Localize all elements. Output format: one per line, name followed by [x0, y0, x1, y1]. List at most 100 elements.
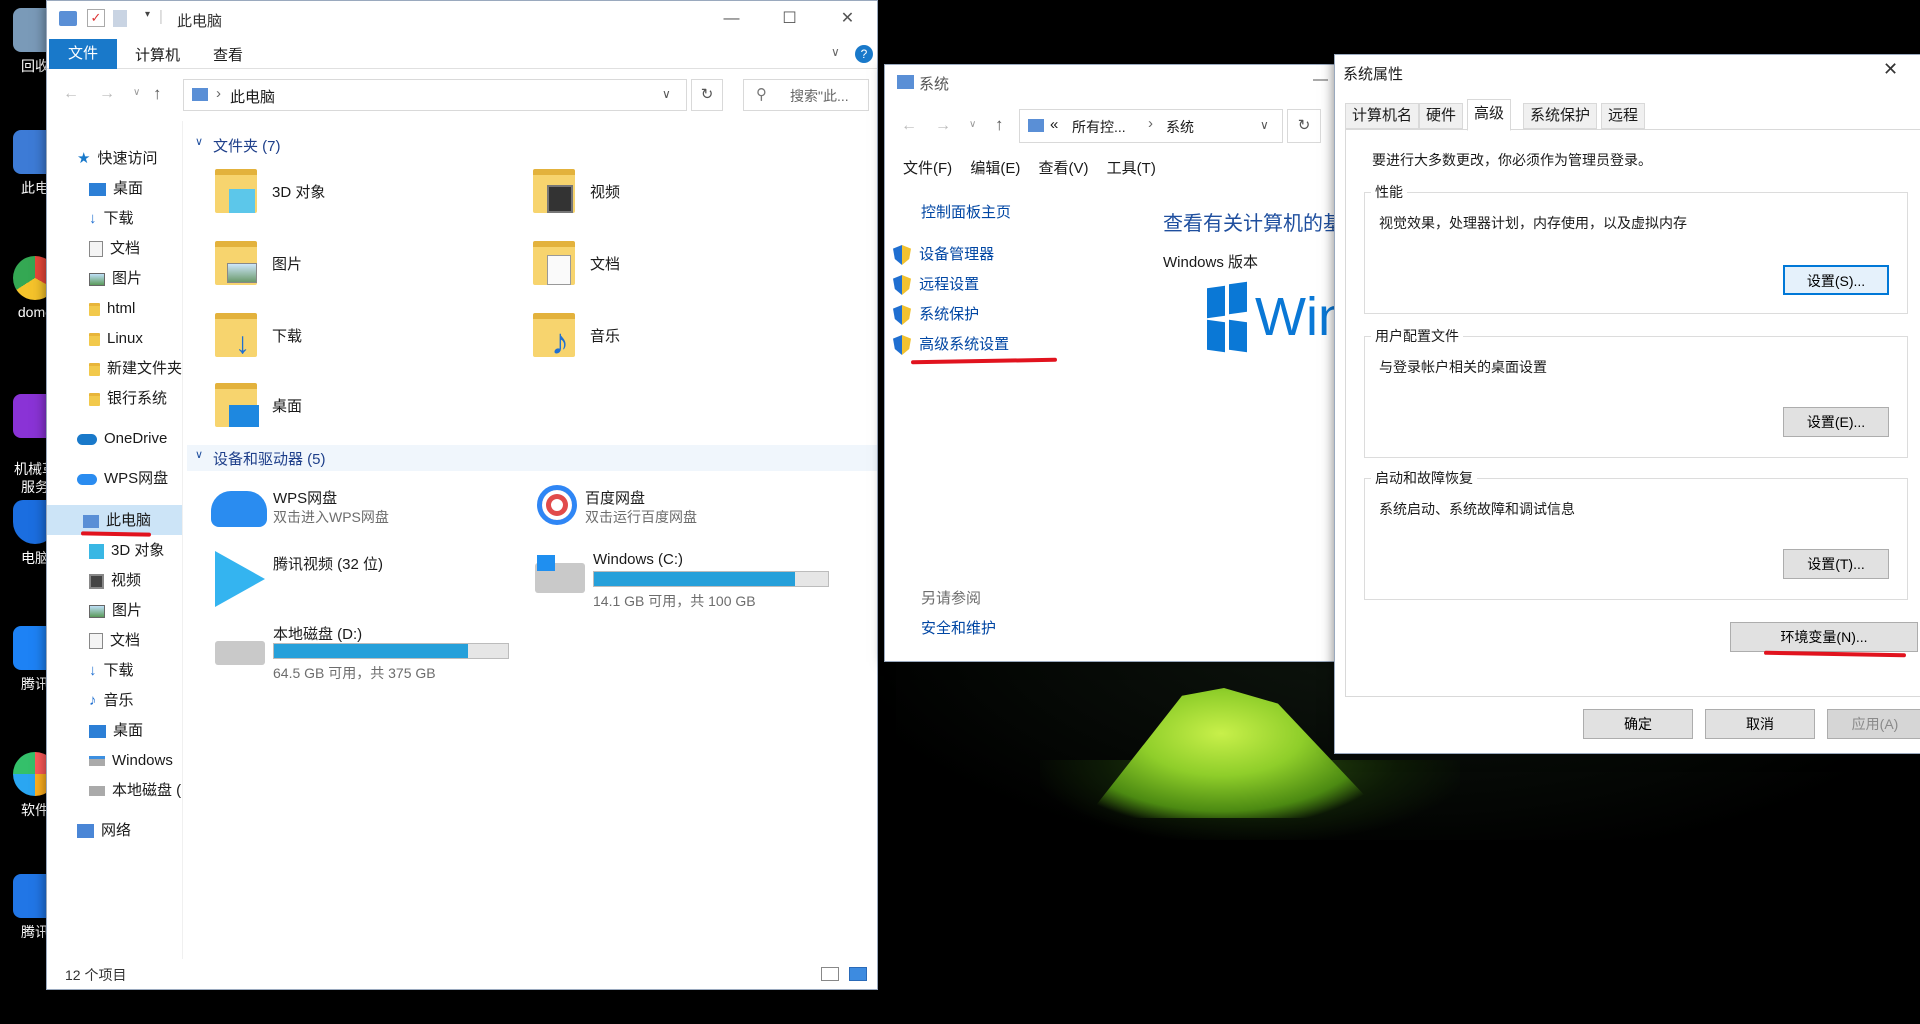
folder-label: 桌面	[272, 398, 303, 415]
folder-item-pictures[interactable]: 图片	[215, 241, 515, 303]
tab-system-protection[interactable]: 系统保护	[1523, 103, 1598, 129]
back-arrow-icon[interactable]: ←	[901, 117, 917, 135]
breadcrumb[interactable]: 此电脑	[230, 86, 275, 107]
device-item-drive-d[interactable]: 本地磁盘 (D:) 64.5 GB 可用，共 375 GB	[211, 621, 531, 683]
menu-file[interactable]: 文件(F)	[903, 160, 952, 177]
refresh-button[interactable]: ↻	[1287, 109, 1321, 143]
ribbon-tab-file[interactable]: 文件	[49, 39, 117, 69]
properties-icon[interactable]: ✓	[87, 9, 105, 27]
ok-button[interactable]: 确定	[1583, 709, 1693, 739]
folder-item-desktop[interactable]: 桌面	[215, 383, 515, 445]
maximize-button[interactable]: ☐	[761, 1, 818, 37]
nav-onedrive[interactable]: OneDrive	[77, 425, 167, 453]
nav-item-documents[interactable]: 文档	[89, 235, 140, 263]
nav-item-desktop[interactable]: 桌面	[89, 175, 143, 203]
nav-item-html[interactable]: html	[89, 295, 135, 323]
nav-item-bank-system[interactable]: 银行系统	[89, 385, 167, 413]
devices-group-header[interactable]: ∨ 设备和驱动器 (5)	[187, 445, 877, 471]
close-button[interactable]: ✕	[819, 1, 876, 37]
nav-pc-music[interactable]: ♪ 音乐	[89, 687, 134, 715]
nav-wps[interactable]: WPS网盘	[77, 465, 168, 493]
group-label: 用户配置文件	[1371, 326, 1463, 346]
nav-item-downloads[interactable]: ↓ 下载	[89, 205, 134, 233]
performance-settings-button[interactable]: 设置(S)...	[1783, 265, 1889, 295]
nav-item-pictures[interactable]: 图片	[89, 265, 142, 293]
ribbon-tab-view[interactable]: 查看	[213, 44, 243, 65]
nav-pc-downloads[interactable]: ↓ 下载	[89, 657, 134, 685]
nav-pc-videos[interactable]: 视频	[89, 567, 141, 595]
menu-view[interactable]: 查看(V)	[1039, 160, 1089, 177]
nav-pc-local-disk[interactable]: 本地磁盘 (	[89, 777, 181, 805]
large-icons-view-icon[interactable]	[849, 967, 867, 981]
system-properties-dialog: 系统属性 ✕ 计算机名 硬件 高级 系统保护 远程 要进行大多数更改，你必须作为…	[1334, 54, 1920, 754]
folder-icon	[89, 392, 100, 406]
folder-item-videos[interactable]: 视频	[533, 169, 833, 231]
device-name: 百度网盘	[585, 490, 646, 507]
startup-settings-button[interactable]: 设置(T)...	[1783, 549, 1889, 579]
tab-computer-name[interactable]: 计算机名	[1345, 103, 1420, 129]
link-security-maintenance[interactable]: 安全和维护	[921, 617, 996, 638]
breadcrumb-all-control-panel[interactable]: 所有控...	[1072, 117, 1126, 137]
link-remote-settings[interactable]: 远程设置	[893, 273, 979, 296]
new-folder-icon[interactable]	[113, 10, 127, 27]
ribbon-tab-computer[interactable]: 计算机	[135, 44, 180, 65]
nav-network[interactable]: 网络	[77, 817, 131, 845]
apply-button[interactable]: 应用(A)	[1827, 709, 1920, 739]
environment-variables-button[interactable]: 环境变量(N)...	[1730, 622, 1918, 652]
expand-ribbon-icon[interactable]: ∨	[831, 45, 840, 59]
device-item-tencent-video[interactable]: 腾讯视频 (32 位)	[211, 549, 511, 611]
minimize-button[interactable]: —	[703, 1, 760, 37]
folder-item-3d[interactable]: 3D 对象	[215, 169, 515, 231]
details-view-icon[interactable]	[821, 967, 839, 981]
menu-tools[interactable]: 工具(T)	[1107, 160, 1156, 177]
address-dropdown-icon[interactable]: ∨	[662, 87, 671, 101]
breadcrumb-system[interactable]: 系统	[1166, 117, 1194, 137]
forward-arrow-icon[interactable]: →	[99, 85, 115, 103]
address-dropdown-icon[interactable]: ∨	[1260, 118, 1269, 132]
nav-item-new-folder[interactable]: 新建文件夹	[89, 355, 182, 383]
breadcrumb-overflow[interactable]: «	[1050, 116, 1058, 133]
nav-pc-desktop[interactable]: 桌面	[89, 717, 143, 745]
windows-logo-icon	[537, 555, 555, 571]
nav-quick-access[interactable]: ★ 快速访问	[77, 145, 157, 173]
folder-item-documents[interactable]: 文档	[533, 241, 833, 303]
user-profiles-settings-button[interactable]: 设置(E)...	[1783, 407, 1889, 437]
tab-remote[interactable]: 远程	[1601, 103, 1646, 129]
content-pane: ∨ 文件夹 (7) 3D 对象 视频 图片 文档 ↓ 下载 ♪ 音乐 桌面 ∨ 设备…	[187, 121, 877, 959]
link-advanced-system-settings[interactable]: 高级系统设置	[893, 333, 1009, 356]
cancel-button[interactable]: 取消	[1705, 709, 1815, 739]
back-arrow-icon[interactable]: ←	[63, 85, 79, 103]
tab-advanced[interactable]: 高级	[1467, 99, 1512, 131]
recent-chevron-icon[interactable]: ∨	[133, 87, 140, 98]
device-item-wps[interactable]: WPS网盘 双击进入WPS网盘	[211, 485, 511, 547]
link-system-protection[interactable]: 系统保护	[893, 303, 979, 326]
recent-chevron-icon[interactable]: ∨	[969, 119, 976, 130]
search-input[interactable]: ⚲ 搜索"此...	[743, 79, 869, 111]
forward-arrow-icon[interactable]: →	[935, 117, 951, 135]
link-device-manager[interactable]: 设备管理器	[893, 243, 994, 266]
nav-pc-3d[interactable]: 3D 对象	[89, 537, 164, 565]
folders-group-header[interactable]: ∨ 文件夹 (7)	[187, 133, 877, 159]
document-icon	[547, 255, 571, 285]
address-bar[interactable]: › 此电脑 ∨	[183, 79, 687, 111]
folder-item-downloads[interactable]: ↓ 下载	[215, 313, 515, 375]
quick-toolbar-chevron-icon[interactable]: ▾	[145, 9, 150, 20]
tab-hardware[interactable]: 硬件	[1419, 103, 1464, 129]
device-item-baidu[interactable]: 百度网盘 双击运行百度网盘	[531, 485, 831, 547]
menu-edit[interactable]: 编辑(E)	[970, 160, 1020, 177]
folder-item-music[interactable]: ♪ 音乐	[533, 313, 833, 375]
close-button[interactable]: ✕	[1883, 59, 1898, 80]
refresh-button[interactable]: ↻	[691, 79, 723, 111]
nav-item-linux[interactable]: Linux	[89, 325, 143, 353]
up-arrow-icon[interactable]: ↑	[995, 115, 1004, 135]
control-panel-home-link[interactable]: 控制面板主页	[921, 201, 1011, 222]
help-icon[interactable]: ?	[855, 45, 873, 63]
nav-pc-documents[interactable]: 文档	[89, 627, 140, 655]
desktop-icon	[89, 724, 106, 738]
device-item-drive-c[interactable]: Windows (C:) 14.1 GB 可用，共 100 GB	[531, 549, 851, 611]
nav-pc-pictures[interactable]: 图片	[89, 597, 142, 625]
address-bar[interactable]: « 所有控... › 系统 ∨	[1019, 109, 1283, 143]
up-arrow-icon[interactable]: ↑	[153, 84, 162, 104]
nav-pc-windows-drive[interactable]: Windows	[89, 747, 173, 775]
minimize-button[interactable]: —	[1313, 71, 1328, 88]
